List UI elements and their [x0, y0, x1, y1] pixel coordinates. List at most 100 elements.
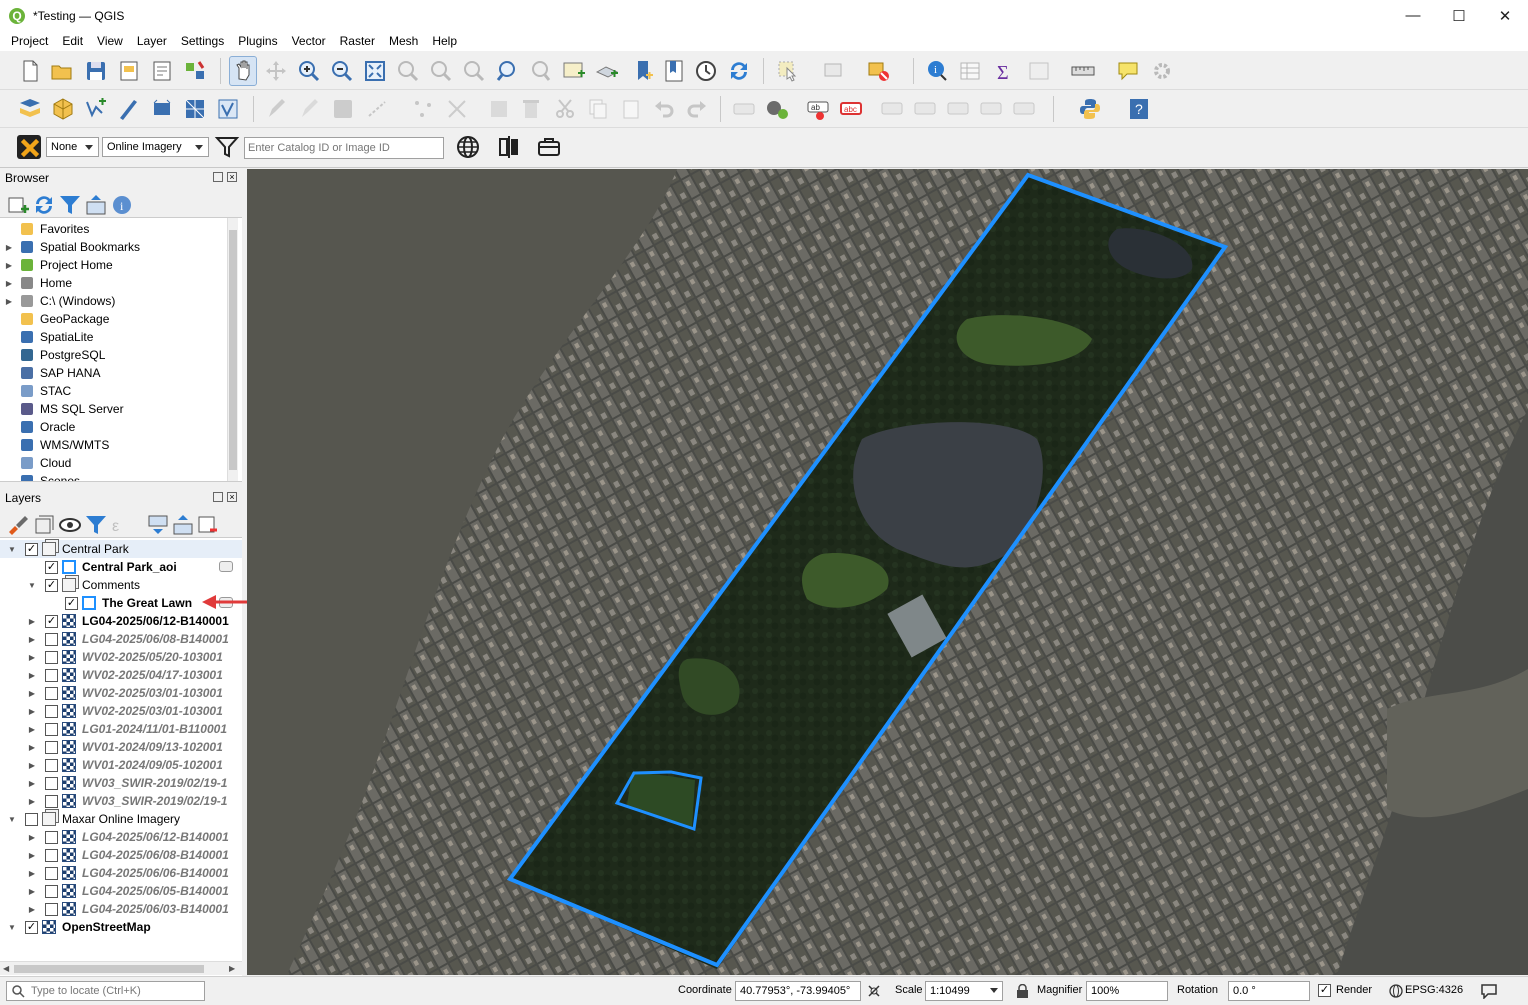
menu-project[interactable]: Project [4, 34, 55, 48]
new-spatialite-layer-icon[interactable] [116, 96, 142, 122]
python-console-icon[interactable] [1077, 96, 1103, 122]
render-checkbox[interactable]: ✓ [1318, 984, 1331, 997]
collapse-all-icon[interactable] [83, 192, 106, 215]
open-project-icon[interactable] [49, 58, 75, 84]
menu-view[interactable]: View [90, 34, 130, 48]
crs-globe-icon[interactable] [1389, 984, 1403, 1001]
pin-labels-icon[interactable]: ab [805, 96, 831, 122]
magnifier-field[interactable]: 100% [1086, 981, 1168, 1001]
temporal-controller-icon[interactable] [693, 58, 719, 84]
open-attribute-table-icon[interactable] [957, 58, 983, 84]
close-panel-button[interactable]: × [227, 492, 237, 502]
collapse-all-icon[interactable] [170, 512, 193, 535]
expand-arrow-icon[interactable]: ▶ [27, 869, 37, 878]
collapse-arrow-icon[interactable]: ▼ [7, 545, 17, 554]
style-manager-icon[interactable] [182, 58, 208, 84]
zoom-full-icon[interactable] [362, 58, 388, 84]
layer-row[interactable]: ▶ WV01-2024/09/13-102001 [0, 738, 242, 756]
filter-funnel-icon[interactable] [214, 134, 240, 160]
scale-dropdown-arrow-icon[interactable] [990, 988, 998, 993]
messages-icon[interactable] [1480, 983, 1498, 1002]
expand-arrow-icon[interactable]: ▶ [27, 851, 37, 860]
layer-row[interactable]: ▼ ✓ OpenStreetMap [0, 918, 242, 936]
mouse-coordinate-icon[interactable] [866, 983, 882, 1002]
filter-browser-icon[interactable] [57, 192, 80, 214]
layer-visibility-checkbox[interactable]: ✓ [65, 596, 78, 610]
zoom-native-resolution-icon[interactable] [461, 58, 487, 84]
expand-arrow-icon[interactable]: ▶ [4, 297, 14, 306]
expand-arrow-icon[interactable]: ▶ [27, 797, 37, 806]
save-layer-edits-icon[interactable] [330, 96, 356, 122]
layer-labeling-options-icon[interactable] [764, 96, 790, 122]
minimize-button[interactable]: — [1390, 0, 1436, 31]
expand-arrow-icon[interactable]: ▶ [27, 779, 37, 788]
layer-visibility-checkbox[interactable] [45, 686, 58, 700]
layer-row[interactable]: ▶ WV02-2025/03/01-103001 [0, 684, 242, 702]
style-brush-icon[interactable] [5, 512, 28, 535]
layer-visibility-checkbox[interactable] [45, 740, 58, 754]
manage-visibility-eye-icon[interactable] [57, 512, 81, 532]
layout-manager-icon[interactable] [149, 58, 175, 84]
browser-item[interactable]: SAP HANA [0, 364, 100, 382]
data-source-manager-icon[interactable] [17, 96, 43, 122]
browser-item[interactable]: Scenes [0, 472, 80, 481]
expand-arrow-icon[interactable]: ▶ [27, 905, 37, 914]
layer-visibility-checkbox[interactable]: ✓ [45, 578, 58, 592]
layer-row[interactable]: ▶ LG04-2025/06/08-B140001 [0, 630, 242, 648]
zoom-next-icon[interactable] [527, 58, 553, 84]
layer-group-row[interactable]: ▼ ✓ Central Park [0, 540, 242, 558]
layer-visibility-checkbox[interactable] [45, 704, 58, 718]
scrollbar-thumb[interactable] [14, 965, 204, 973]
new-geopackage-layer-icon[interactable] [50, 96, 76, 122]
refresh-browser-icon[interactable] [31, 192, 52, 214]
help-icon[interactable]: ? [1126, 96, 1152, 122]
float-panel-button[interactable] [213, 492, 223, 502]
change-label-icon[interactable] [978, 96, 1004, 122]
layer-row[interactable]: ▶ LG04-2025/06/06-B140001 [0, 864, 242, 882]
collapse-arrow-icon[interactable]: ▼ [7, 923, 17, 932]
expand-arrow-icon[interactable]: ▶ [27, 671, 37, 680]
browser-item[interactable]: GeoPackage [0, 310, 109, 328]
expand-arrow-icon[interactable]: ▶ [27, 617, 37, 626]
compare-swipe-icon[interactable] [496, 134, 522, 160]
browser-item[interactable]: STAC [0, 382, 71, 400]
vertex-tool-icon[interactable] [410, 96, 436, 122]
layer-row[interactable]: ▶ WV03_SWIR-2019/02/19-1 [0, 774, 242, 792]
layer-indicator-icon[interactable] [219, 561, 233, 572]
expand-arrow-icon[interactable]: ▶ [27, 887, 37, 896]
layer-visibility-checkbox[interactable] [45, 650, 58, 664]
collapse-arrow-icon[interactable]: ▼ [27, 581, 37, 590]
browser-item[interactable]: PostgreSQL [0, 346, 105, 364]
expand-arrow-icon[interactable]: ▶ [4, 279, 14, 288]
new-temporary-layer-icon[interactable] [215, 96, 241, 122]
zoom-out-icon[interactable] [329, 58, 355, 84]
expand-arrow-icon[interactable]: ▶ [27, 707, 37, 716]
expand-arrow-icon[interactable]: ▶ [27, 833, 37, 842]
menu-settings[interactable]: Settings [174, 34, 231, 48]
layer-row[interactable]: ▶ WV02-2025/04/17-103001 [0, 666, 242, 684]
horizontal-scrollbar[interactable]: ◀ ▶ [0, 961, 242, 975]
show-hide-labels-icon[interactable] [912, 96, 938, 122]
add-group-icon[interactable] [31, 512, 54, 534]
toggle-editing-icon[interactable] [297, 96, 323, 122]
field-calculator-icon[interactable] [1026, 58, 1052, 84]
browser-item[interactable]: ▶ Spatial Bookmarks [0, 238, 140, 256]
add-line-feature-icon[interactable] [365, 96, 391, 122]
layer-row[interactable]: ▶ WV02-2025/03/01-103001 [0, 702, 242, 720]
catalog-id-input[interactable]: Enter Catalog ID or Image ID [244, 137, 444, 159]
expand-arrow-icon[interactable]: ▶ [27, 725, 37, 734]
cut-features-icon[interactable] [552, 96, 578, 122]
filter-legend-icon[interactable] [83, 512, 106, 534]
filter-expression-icon[interactable]: ε [109, 512, 129, 535]
imagery-dropdown[interactable]: Online Imagery [102, 137, 209, 157]
current-edits-icon[interactable] [264, 96, 290, 122]
browser-item[interactable]: SpatiaLite [0, 328, 93, 346]
collapse-arrow-icon[interactable]: ▼ [7, 815, 17, 824]
deselect-features-icon[interactable] [866, 58, 892, 84]
rotate-label-icon[interactable] [945, 96, 971, 122]
expand-arrow-icon[interactable]: ▶ [27, 743, 37, 752]
maximize-button[interactable]: ☐ [1436, 0, 1482, 31]
layer-row[interactable]: ▶ LG01-2024/11/01-B110001 [0, 720, 242, 738]
rotation-field[interactable]: 0.0 ° [1228, 981, 1310, 1001]
browser-item[interactable]: WMS/WMTS [0, 436, 109, 454]
